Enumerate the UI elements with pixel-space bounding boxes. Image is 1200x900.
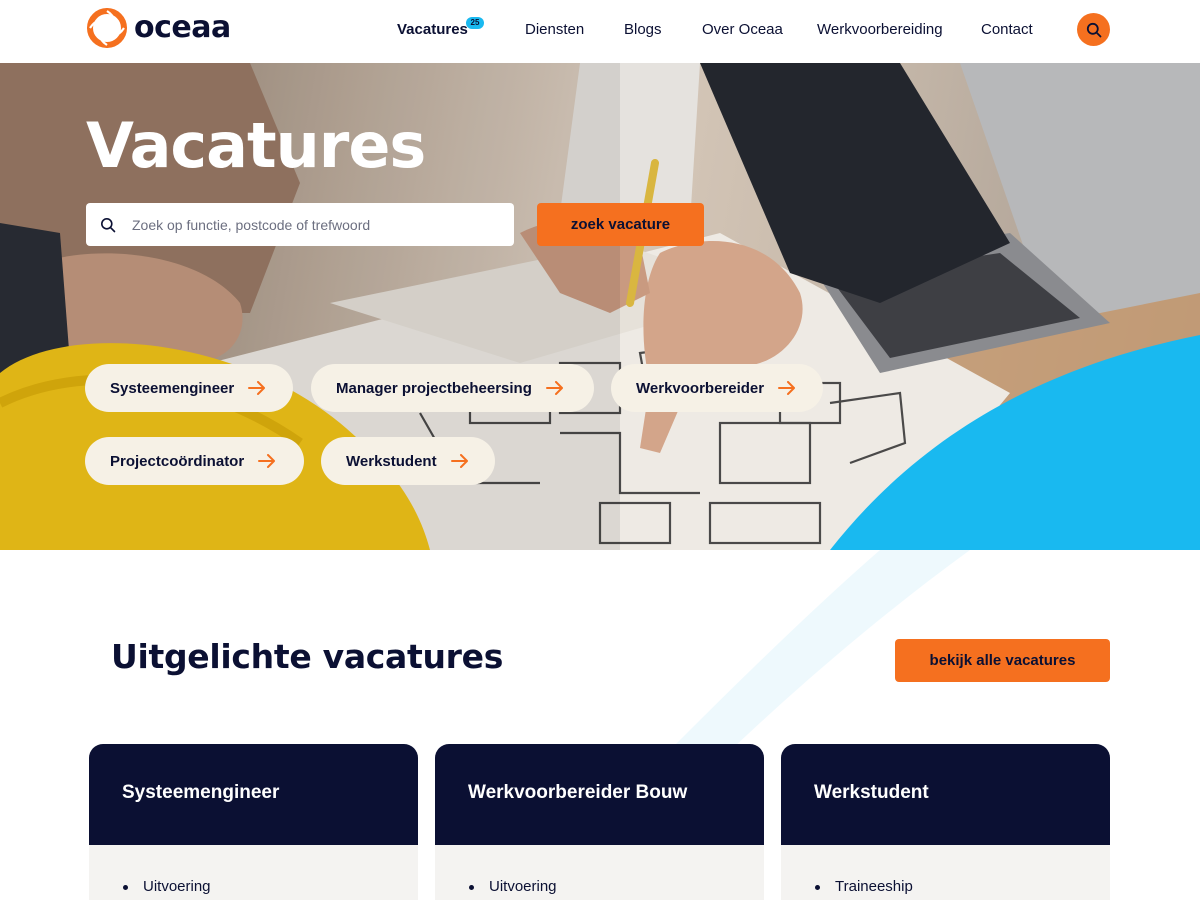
arrow-right-icon	[258, 454, 276, 468]
main-nav: Vacatures Diensten Blogs Over Oceaa Werk…	[0, 20, 1200, 42]
view-all-vacancies-button[interactable]: bekijk alle vacatures	[895, 639, 1110, 682]
quick-link-projectcoordinator[interactable]: Projectcoördinator	[85, 437, 304, 485]
vacancy-card-title: Systeemengineer	[89, 744, 418, 845]
vacancy-card[interactable]: Werkstudent Traineeship	[781, 744, 1110, 900]
vacancy-card-title: Werkstudent	[781, 744, 1110, 845]
quick-link-label: Projectcoördinator	[110, 452, 245, 470]
quick-link-werkstudent[interactable]: Werkstudent	[321, 437, 495, 485]
quick-link-label: Werkstudent	[346, 452, 437, 470]
arrow-right-icon	[450, 454, 468, 468]
arrow-right-icon	[778, 381, 796, 395]
featured-vacancies-heading: Uitgelichte vacatures	[111, 637, 504, 676]
quick-link-manager-projectbeheersing[interactable]: Manager projectbeheersing	[311, 364, 594, 412]
vacancy-card-category: Traineeship	[814, 877, 1110, 897]
quick-link-label: Manager projectbeheersing	[336, 379, 532, 397]
vacancy-search-input[interactable]	[132, 216, 502, 233]
vacancy-card-title: Werkvoorbereider Bouw	[435, 744, 764, 845]
vacancy-card[interactable]: Werkvoorbereider Bouw Uitvoering	[435, 744, 764, 900]
vacancy-search-field	[86, 203, 514, 246]
quick-link-label: Werkvoorbereider	[636, 379, 765, 397]
vacancy-count-badge: 25	[466, 17, 484, 29]
nav-item-vacatures[interactable]: Vacatures	[397, 20, 468, 40]
nav-item-over-oceaa[interactable]: Over Oceaa	[702, 20, 783, 40]
vacancy-card-category: Uitvoering	[468, 877, 764, 897]
arrow-right-icon	[248, 381, 266, 395]
vacancy-card-category: Uitvoering	[122, 877, 418, 897]
page-title: Vacatures	[86, 109, 426, 182]
search-icon	[101, 217, 116, 232]
nav-item-blogs[interactable]: Blogs	[624, 20, 662, 40]
quick-link-label: Systeemengineer	[110, 379, 235, 397]
hero-banner: Vacatures zoek vacature Systeemengineer …	[0, 63, 1200, 550]
quick-link-werkvoorbereider[interactable]: Werkvoorbereider	[611, 364, 823, 412]
search-icon	[1086, 22, 1101, 37]
quick-link-systeemengineer[interactable]: Systeemengineer	[85, 364, 293, 412]
site-header: oceaa Vacatures Diensten Blogs Over Ocea…	[0, 0, 1200, 63]
vacancy-card[interactable]: Systeemengineer Uitvoering	[89, 744, 418, 900]
nav-item-diensten[interactable]: Diensten	[525, 20, 584, 40]
search-vacancy-button[interactable]: zoek vacature	[537, 203, 704, 246]
nav-item-contact[interactable]: Contact	[981, 20, 1033, 40]
nav-item-werkvoorbereiding[interactable]: Werkvoorbereiding	[817, 20, 943, 40]
header-search-button[interactable]	[1077, 13, 1110, 46]
arrow-right-icon	[545, 381, 563, 395]
